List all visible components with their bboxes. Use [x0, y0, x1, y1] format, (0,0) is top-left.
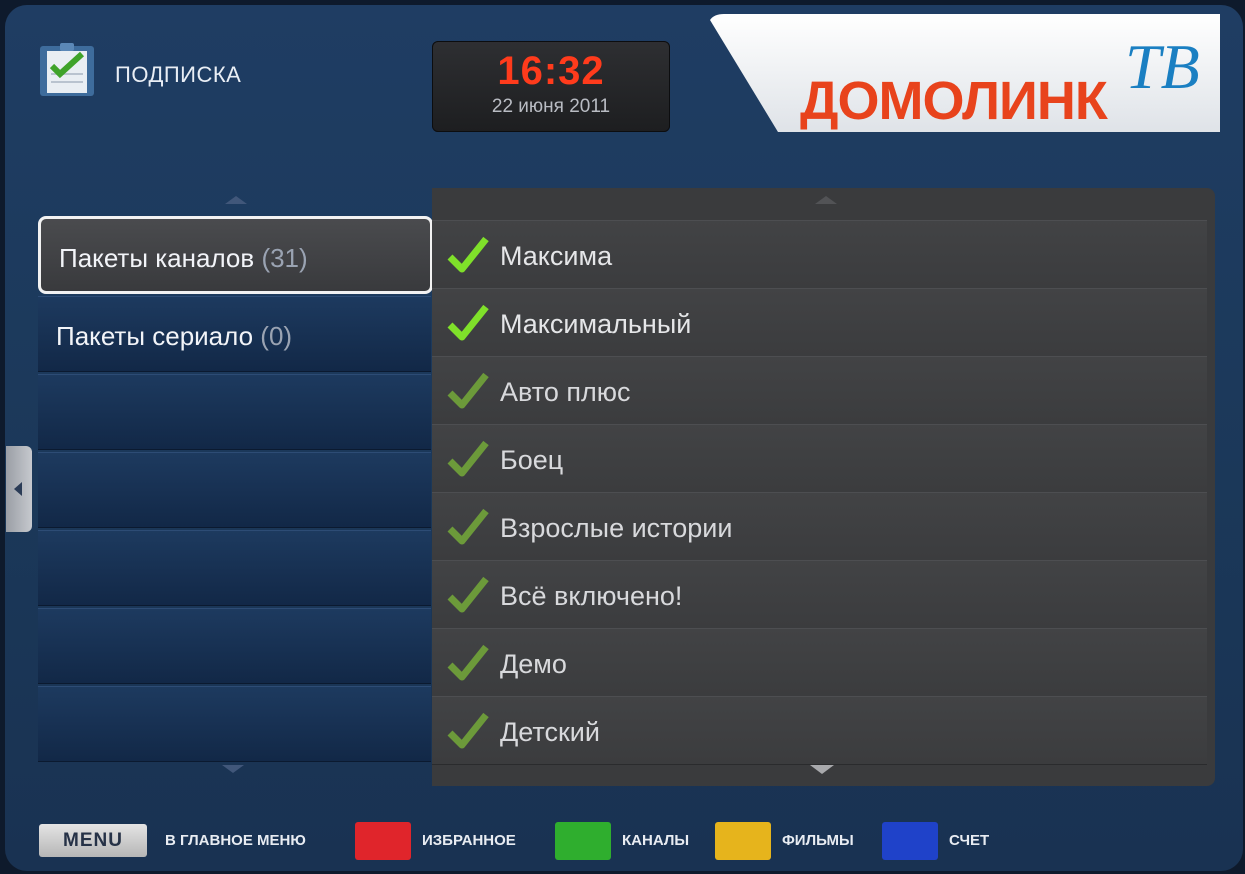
checkmark-icon	[447, 712, 489, 749]
package-name: Демо	[500, 649, 567, 679]
category-item-empty	[38, 530, 431, 606]
green-button[interactable]	[555, 822, 611, 860]
green-button-label: КАНАЛЫ	[622, 832, 690, 849]
yellow-button-label: ФИЛЬМЫ	[782, 832, 854, 849]
package-row[interactable]: Максима	[432, 220, 1207, 289]
category-item-empty	[38, 686, 431, 762]
blue-button[interactable]	[882, 822, 938, 860]
page-title: ПОДПИСКА	[115, 62, 242, 87]
logo: ДОМОЛИНК	[800, 71, 1108, 131]
category-item-empty	[38, 452, 431, 528]
package-row[interactable]: Авто плюс	[432, 356, 1207, 425]
package-row[interactable]: Детский	[432, 696, 1207, 765]
package-row[interactable]: Всё включено!	[432, 560, 1207, 629]
checkmark-icon	[447, 440, 489, 477]
package-row[interactable]: Демо	[432, 628, 1207, 697]
side-panel-toggle[interactable]	[6, 446, 32, 532]
package-row[interactable]: Боец	[432, 424, 1207, 493]
clock-panel: 16:32 22 июня 2011	[432, 41, 670, 132]
menu-button[interactable]: MENU	[39, 824, 147, 857]
blue-button-label: СЧЕТ	[949, 832, 990, 849]
category-item-empty	[38, 374, 431, 450]
checkmark-icon	[447, 644, 489, 681]
category-item-channels[interactable]: Пакеты каналов (31)	[38, 216, 433, 294]
scroll-down-icon[interactable]	[222, 765, 244, 773]
package-row[interactable]: Взрослые истории	[432, 492, 1207, 561]
package-name: Максимальный	[500, 309, 692, 339]
scroll-up-icon[interactable]	[225, 196, 247, 204]
package-name: Всё включено!	[500, 581, 683, 611]
yellow-button[interactable]	[715, 822, 771, 860]
package-name: Боец	[500, 445, 564, 475]
package-name: Максима	[500, 241, 613, 271]
package-name: Взрослые истории	[500, 513, 733, 543]
checklist-icon	[40, 43, 94, 96]
category-label: Пакеты каналов (31)	[59, 243, 308, 273]
scroll-up-icon[interactable]	[815, 196, 837, 204]
category-item-empty	[38, 608, 431, 684]
red-button-label: ИЗБРАННОЕ	[422, 832, 516, 849]
checkmark-icon	[447, 372, 489, 409]
checkmark-icon	[447, 236, 489, 273]
clock-date: 22 июня 2011	[491, 96, 611, 117]
clock-time: 16:32	[497, 49, 605, 93]
package-name: Авто плюс	[500, 377, 631, 407]
logo-tv: ТВ	[1125, 31, 1200, 102]
category-label: Пакеты сериало (0)	[56, 321, 293, 351]
package-row[interactable]: Максимальный	[432, 288, 1207, 357]
checkmark-icon	[447, 576, 489, 613]
package-name: Детский	[500, 717, 600, 747]
menu-action-label: В ГЛАВНОЕ МЕНЮ	[165, 832, 306, 849]
checkmark-icon	[447, 508, 489, 545]
checkmark-icon	[447, 304, 489, 341]
scroll-down-icon[interactable]	[810, 765, 834, 774]
category-item-series[interactable]: Пакеты сериало (0)	[38, 296, 431, 372]
chevron-left-icon	[14, 482, 22, 496]
red-button[interactable]	[355, 822, 411, 860]
